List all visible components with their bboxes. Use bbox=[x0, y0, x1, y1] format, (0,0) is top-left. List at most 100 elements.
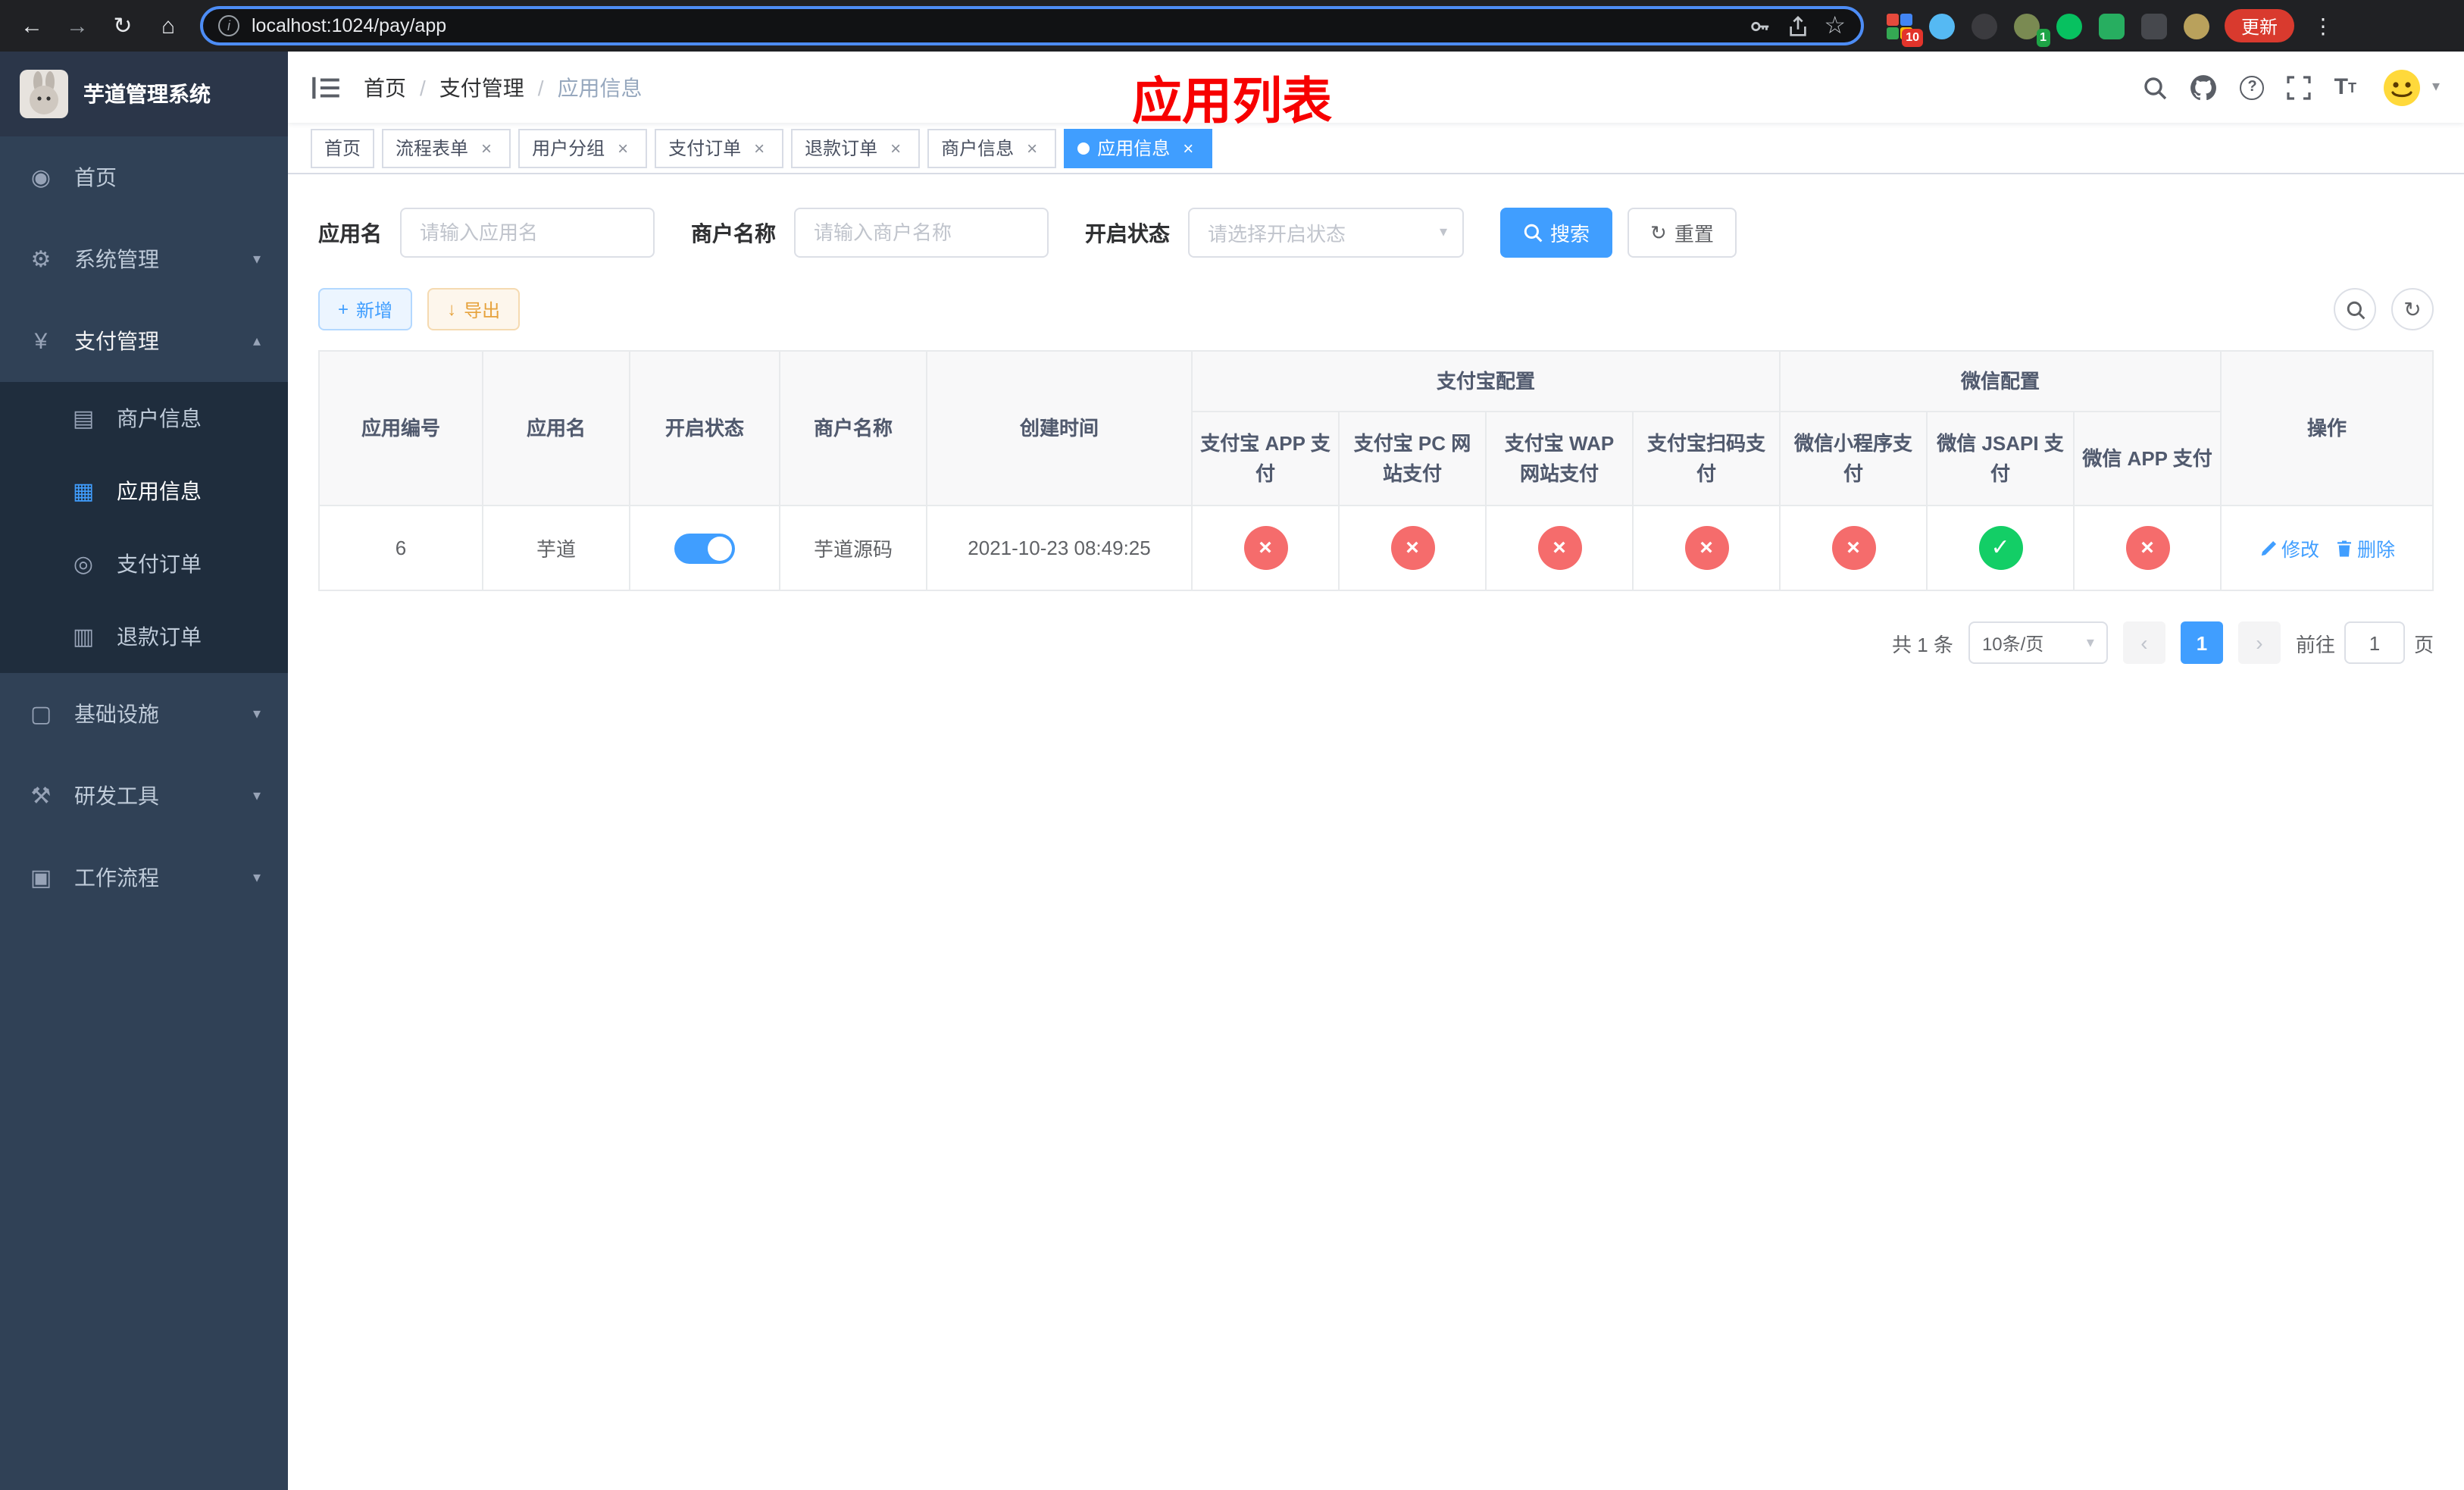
close-icon[interactable]: × bbox=[1021, 137, 1043, 158]
page-size-select[interactable]: 10条/页 ▾ bbox=[1968, 621, 2108, 664]
help-icon[interactable]: ? bbox=[2240, 75, 2265, 99]
reload-icon[interactable]: ↻ bbox=[103, 6, 142, 45]
chevron-up-icon: ▴ bbox=[252, 333, 261, 349]
sidebar-item-merchant-info[interactable]: ▤ 商户信息 bbox=[0, 382, 288, 455]
sidebar-item-dev-tools[interactable]: ⚒ 研发工具 ▾ bbox=[0, 755, 288, 837]
next-page-button[interactable]: › bbox=[2237, 621, 2281, 664]
check-icon: ✓ bbox=[1978, 526, 2023, 570]
extension-devtools-icon[interactable]: 10 bbox=[1885, 11, 1923, 46]
extension-dark-icon[interactable] bbox=[1970, 11, 1999, 40]
table-row: 6 芋道 芋道源码 2021-10-23 08:49:25 × × × × × … bbox=[318, 505, 2434, 591]
font-size-icon[interactable]: TT bbox=[2334, 74, 2356, 100]
github-icon[interactable] bbox=[2190, 74, 2218, 101]
close-icon[interactable]: × bbox=[1177, 137, 1199, 158]
sidebar-item-infrastructure[interactable]: ▢ 基础设施 ▾ bbox=[0, 673, 288, 755]
dashboard-icon: ◉ bbox=[30, 165, 52, 191]
extension-emoji-icon[interactable] bbox=[2182, 11, 2211, 40]
col-group-wechat: 微信配置 bbox=[1779, 350, 2222, 412]
gear-icon: ⚙ bbox=[30, 247, 52, 273]
password-key-icon[interactable] bbox=[1748, 14, 1771, 37]
edit-button[interactable]: 修改 bbox=[2259, 534, 2319, 562]
bookmark-star-icon[interactable]: ☆ bbox=[1824, 11, 1846, 41]
breadcrumb-section[interactable]: 支付管理 bbox=[439, 72, 524, 102]
collapse-sidebar-icon[interactable] bbox=[312, 75, 339, 99]
app-name-label: 应用名 bbox=[318, 221, 382, 245]
fullscreen-icon[interactable] bbox=[2287, 75, 2312, 99]
page-content: 应用名 商户名称 开启状态 请选择开启状态 ▾ 搜索 bbox=[288, 174, 2464, 1490]
pencil-icon bbox=[2260, 540, 2276, 556]
sidebar-item-refund-orders[interactable]: ▥ 退款订单 bbox=[0, 600, 288, 673]
cross-icon: × bbox=[1537, 526, 1581, 570]
back-icon[interactable]: ← bbox=[12, 6, 52, 45]
toggle-search-button[interactable] bbox=[2334, 288, 2376, 330]
chevron-down-icon: ▾ bbox=[252, 869, 261, 886]
chrome-update-button[interactable]: 更新 bbox=[2225, 9, 2295, 42]
main-area: 首页 / 支付管理 / 应用信息 ? TT ▾ 首页 流程表单 × 用户分组 ×… bbox=[288, 52, 2464, 1490]
page-number-1[interactable]: 1 bbox=[2180, 621, 2223, 664]
tab-user-group[interactable]: 用户分组 × bbox=[518, 128, 648, 167]
trash-icon bbox=[2337, 540, 2351, 556]
grid-icon: ▦ bbox=[72, 479, 95, 505]
user-menu[interactable]: ▾ bbox=[2378, 64, 2440, 110]
sidebar-item-payment[interactable]: ¥ 支付管理 ▴ bbox=[0, 300, 288, 382]
tab-process-form[interactable]: 流程表单 × bbox=[382, 128, 511, 167]
tab-merchant-info[interactable]: 商户信息 × bbox=[927, 128, 1057, 167]
close-icon[interactable]: × bbox=[612, 137, 633, 158]
breadcrumb: 首页 / 支付管理 / 应用信息 bbox=[364, 72, 643, 102]
goto-page-input[interactable] bbox=[2344, 621, 2405, 664]
tab-app-info[interactable]: 应用信息 × bbox=[1064, 128, 1213, 167]
close-icon[interactable]: × bbox=[476, 137, 497, 158]
goto-prefix: 前往 bbox=[2295, 633, 2335, 656]
search-icon[interactable] bbox=[2143, 75, 2168, 99]
app-name-input[interactable] bbox=[400, 208, 655, 258]
extension-profile-icon[interactable]: 1 bbox=[2012, 11, 2050, 46]
chevron-down-icon: ▾ bbox=[1439, 224, 1447, 241]
sidebar-item-home[interactable]: ◉ 首页 bbox=[0, 136, 288, 218]
chevron-down-icon: ▾ bbox=[252, 251, 261, 268]
sidebar-item-system[interactable]: ⚙ 系统管理 ▾ bbox=[0, 218, 288, 300]
app-table: 应用编号 应用名 开启状态 商户名称 创建时间 支付宝配置 微信配置 操作 支付… bbox=[318, 350, 2434, 591]
tab-refund-orders[interactable]: 退款订单 × bbox=[791, 128, 921, 167]
col-alipay-wap: 支付宝 WAP 网站支付 bbox=[1485, 411, 1634, 506]
breadcrumb-home[interactable]: 首页 bbox=[364, 72, 406, 102]
app-title: 芋道管理系统 bbox=[83, 82, 211, 106]
share-icon[interactable] bbox=[1786, 14, 1809, 37]
enabled-toggle[interactable] bbox=[674, 533, 735, 563]
open-status-select[interactable]: 请选择开启状态 ▾ bbox=[1188, 208, 1464, 258]
prev-page-button[interactable]: ‹ bbox=[2122, 621, 2165, 664]
address-bar[interactable]: i localhost:1024/pay/app ☆ bbox=[200, 6, 1864, 45]
close-icon[interactable]: × bbox=[749, 137, 770, 158]
close-icon[interactable]: × bbox=[885, 137, 906, 158]
sidebar-item-workflow[interactable]: ▣ 工作流程 ▾ bbox=[0, 837, 288, 919]
extension-blue-icon[interactable] bbox=[1928, 11, 1956, 40]
merchant-name-input[interactable] bbox=[794, 208, 1049, 258]
sidebar-item-app-info[interactable]: ▦ 应用信息 bbox=[0, 455, 288, 527]
cell-create-time: 2021-10-23 08:49:25 bbox=[926, 505, 1193, 591]
export-button[interactable]: ↓ 导出 bbox=[427, 288, 521, 330]
browser-menu-icon[interactable]: ⋮ bbox=[2308, 13, 2338, 39]
forward-icon[interactable]: → bbox=[58, 6, 97, 45]
extension-wechat-icon[interactable] bbox=[2055, 11, 2084, 40]
search-button[interactable]: 搜索 bbox=[1500, 208, 1613, 258]
reset-button[interactable]: ↻ 重置 bbox=[1628, 208, 1737, 258]
home-icon[interactable]: ⌂ bbox=[149, 6, 188, 45]
delete-button[interactable]: 删除 bbox=[2334, 534, 2395, 562]
extension-green-icon[interactable] bbox=[2097, 11, 2126, 40]
tab-home[interactable]: 首页 bbox=[311, 128, 375, 167]
cell-merchant-name: 芋道源码 bbox=[779, 505, 927, 591]
extension-puzzle-icon[interactable] bbox=[2140, 11, 2169, 40]
tools-icon: ⚒ bbox=[30, 784, 52, 809]
col-create-time: 创建时间 bbox=[926, 350, 1193, 506]
filter-form: 应用名 商户名称 开启状态 请选择开启状态 ▾ 搜索 bbox=[318, 208, 2434, 258]
chevron-down-icon: ▾ bbox=[2431, 79, 2440, 95]
extension-badge: 1 bbox=[2036, 28, 2050, 46]
refresh-table-button[interactable]: ↻ bbox=[2391, 288, 2434, 330]
col-app-id: 应用编号 bbox=[318, 350, 483, 506]
app-logo-row[interactable]: 芋道管理系统 bbox=[0, 52, 288, 136]
sidebar-item-pay-orders[interactable]: ◎ 支付订单 bbox=[0, 527, 288, 600]
chevron-down-icon: ▾ bbox=[252, 706, 261, 722]
url-text[interactable]: localhost:1024/pay/app bbox=[252, 15, 446, 36]
site-info-icon[interactable]: i bbox=[218, 15, 239, 36]
tab-pay-orders[interactable]: 支付订单 × bbox=[655, 128, 784, 167]
add-button[interactable]: + 新增 bbox=[318, 288, 413, 330]
